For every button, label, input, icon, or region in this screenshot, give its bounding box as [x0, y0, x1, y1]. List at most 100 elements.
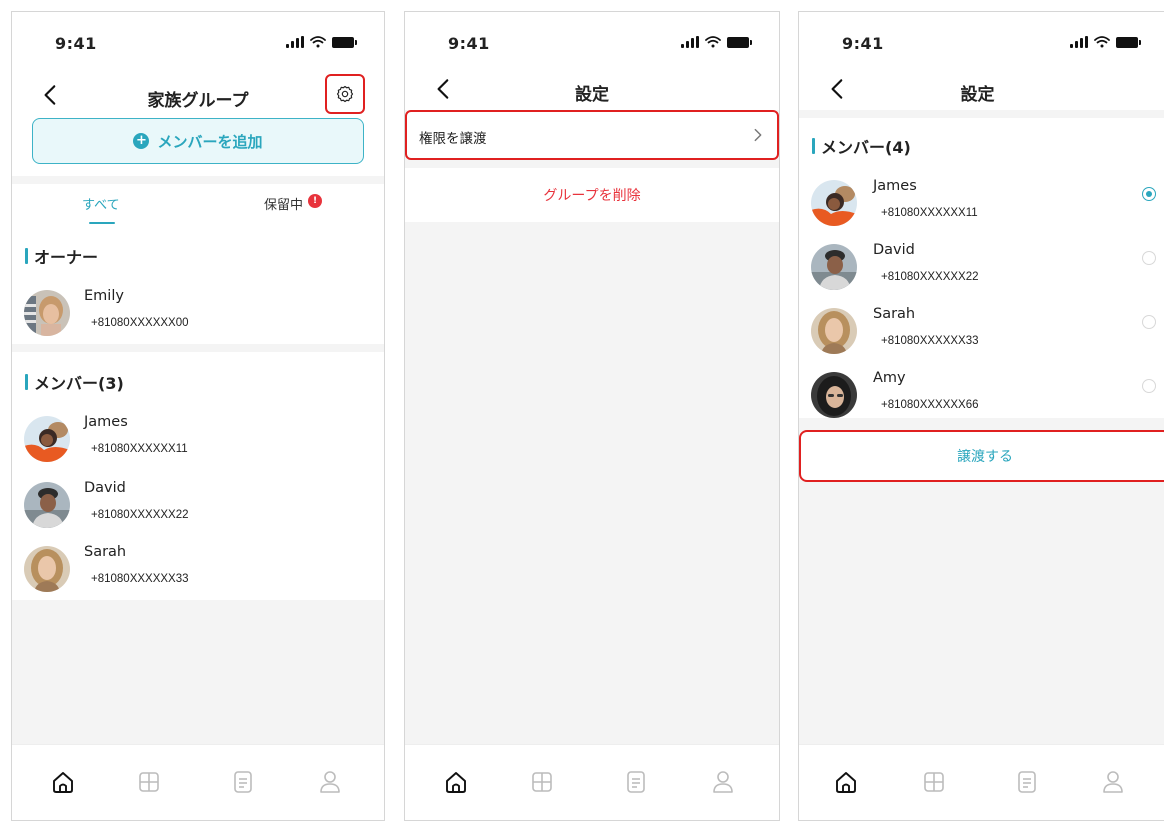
- radio-selected[interactable]: [1142, 187, 1156, 201]
- status-time: 9:41: [448, 34, 490, 53]
- member-row[interactable]: James +81080XXXXXX11: [12, 410, 384, 472]
- status-time: 9:41: [842, 34, 884, 53]
- grid-icon[interactable]: [136, 769, 162, 795]
- wifi-icon: [1094, 36, 1110, 48]
- member-phone: +81080XXXXXX22: [881, 271, 979, 283]
- status-icons: [286, 36, 357, 48]
- member-option-row[interactable]: Amy +81080XXXXXX66: [799, 366, 1164, 428]
- transfer-permission-label: 権限を譲渡: [419, 131, 487, 147]
- section-accent-bar: [812, 138, 815, 154]
- owner-section-label: オーナー: [34, 248, 99, 267]
- settings-button[interactable]: [325, 74, 365, 114]
- avatar: [24, 482, 70, 528]
- document-icon[interactable]: [230, 769, 256, 795]
- battery-icon: [332, 36, 357, 48]
- member-row[interactable]: Sarah +81080XXXXXX33: [12, 540, 384, 602]
- battery-icon: [727, 36, 752, 48]
- member-section-label: メンバー(3): [34, 374, 124, 393]
- member-option-row[interactable]: James +81080XXXXXX11: [799, 174, 1164, 236]
- nav-bar: 設定: [799, 70, 1164, 110]
- gear-icon: [335, 84, 355, 104]
- radio-unselected[interactable]: [1142, 251, 1156, 265]
- member-option-row[interactable]: David +81080XXXXXX22: [799, 238, 1164, 300]
- empty-area: [12, 600, 384, 746]
- avatar: [811, 244, 857, 290]
- profile-icon[interactable]: [710, 769, 736, 795]
- document-icon[interactable]: [1014, 769, 1040, 795]
- member-phone: +81080XXXXXX11: [91, 443, 188, 455]
- member-phone: +81080XXXXXX00: [91, 317, 189, 329]
- wifi-icon: [310, 36, 326, 48]
- screen-settings: 9:41 設定 権限を譲渡 グループを削除: [404, 11, 780, 821]
- tab-bar: [799, 744, 1164, 820]
- status-bar: 9:41: [12, 12, 384, 70]
- document-icon[interactable]: [623, 769, 649, 795]
- signal-icon: [681, 36, 699, 48]
- status-icons: [681, 36, 752, 48]
- member-phone: +81080XXXXXX11: [881, 207, 978, 219]
- radio-unselected[interactable]: [1142, 379, 1156, 393]
- profile-icon[interactable]: [317, 769, 343, 795]
- member-name: David: [873, 242, 915, 258]
- member-phone: +81080XXXXXX33: [881, 335, 979, 347]
- profile-icon[interactable]: [1100, 769, 1126, 795]
- avatar: [811, 308, 857, 354]
- signal-icon: [286, 36, 304, 48]
- home-icon[interactable]: [443, 769, 469, 795]
- chevron-right-icon: [749, 126, 767, 144]
- member-section-label: メンバー(4): [821, 138, 911, 157]
- avatar: [24, 416, 70, 462]
- member-name: Emily: [84, 288, 124, 304]
- page-title: 設定: [575, 85, 609, 105]
- delete-group-button[interactable]: グループを削除: [405, 168, 779, 222]
- member-section-title: メンバー(4): [812, 134, 911, 158]
- tab-active-indicator: [89, 222, 115, 224]
- wifi-icon: [705, 36, 721, 48]
- status-bar: 9:41: [405, 12, 779, 70]
- status-time: 9:41: [55, 34, 97, 53]
- status-bar: 9:41: [799, 12, 1164, 70]
- nav-bar: 家族グループ: [12, 70, 384, 122]
- transfer-permission-row[interactable]: 権限を譲渡: [405, 110, 779, 160]
- member-name: David: [84, 480, 126, 496]
- grid-icon[interactable]: [529, 769, 555, 795]
- member-phone: +81080XXXXXX66: [881, 399, 979, 411]
- plus-icon: +: [133, 133, 150, 149]
- member-name: Sarah: [873, 306, 916, 322]
- section-accent-bar: [25, 248, 28, 264]
- tab-all[interactable]: すべて: [82, 194, 120, 213]
- owner-row[interactable]: Emily +81080XXXXXX00: [12, 284, 384, 346]
- add-member-button[interactable]: + メンバーを追加: [32, 118, 364, 164]
- radio-unselected[interactable]: [1142, 315, 1156, 329]
- page-title: 設定: [960, 85, 995, 105]
- confirm-transfer-button[interactable]: 譲渡する: [799, 430, 1164, 482]
- home-icon[interactable]: [50, 769, 76, 795]
- member-name: James: [84, 414, 128, 430]
- owner-section-title: オーナー: [25, 244, 98, 268]
- divider: [12, 176, 384, 184]
- member-name: Amy: [873, 370, 906, 386]
- status-icons: [1070, 36, 1141, 48]
- home-icon[interactable]: [833, 769, 859, 795]
- divider: [12, 344, 384, 352]
- member-row[interactable]: David +81080XXXXXX22: [12, 476, 384, 538]
- member-phone: +81080XXXXXX33: [91, 573, 189, 585]
- grid-icon[interactable]: [921, 769, 947, 795]
- member-phone: +81080XXXXXX22: [91, 509, 189, 521]
- add-member-label: メンバーを追加: [157, 132, 263, 151]
- member-name: Sarah: [84, 544, 127, 560]
- tab-bar: [405, 744, 779, 820]
- pending-badge: !: [308, 194, 322, 208]
- member-list: メンバー(4) James +81080XXXXXX11 David +8108…: [799, 118, 1164, 418]
- tab-bar: [12, 744, 384, 820]
- battery-icon: [1116, 36, 1141, 48]
- avatar: [24, 546, 70, 592]
- section-accent-bar: [25, 374, 28, 390]
- member-name: James: [873, 178, 917, 194]
- member-option-row[interactable]: Sarah +81080XXXXXX33: [799, 302, 1164, 364]
- screen-transfer-owner: 9:41 設定 メンバー(4) James +81080XXXXXX11 Dav…: [798, 11, 1164, 821]
- nav-bar: 設定: [405, 70, 779, 110]
- tab-pending[interactable]: 保留中: [264, 194, 303, 213]
- avatar: [811, 180, 857, 226]
- avatar: [24, 290, 70, 336]
